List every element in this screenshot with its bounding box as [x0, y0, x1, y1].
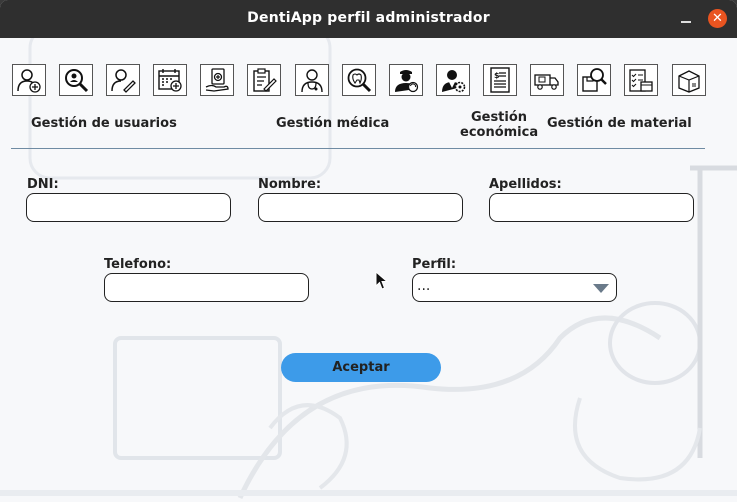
category-gestion-medica: Gestión médica [276, 116, 390, 131]
staff-settings-icon [442, 70, 466, 93]
accept-button[interactable]: Aceptar [281, 353, 441, 382]
doctor-button[interactable] [295, 64, 329, 96]
category-economica-line2: económica [460, 125, 539, 140]
search-box-icon [582, 68, 607, 92]
close-button[interactable]: ✕ [708, 9, 727, 28]
search-user-icon [65, 69, 89, 93]
window-title: DentiApp perfil administrador [247, 10, 490, 26]
clipboard-edit-button[interactable] [247, 64, 281, 96]
inventory-checklist-icon [629, 69, 653, 92]
nombre-label: Nombre: [258, 177, 322, 192]
delivery-truck-icon [534, 74, 559, 90]
staff-settings-button[interactable] [436, 64, 470, 96]
calendar-add-icon [158, 69, 182, 92]
search-tooth-icon [347, 68, 372, 93]
perfil-selected-value: ... [417, 278, 431, 294]
nombre-input[interactable] [258, 193, 463, 222]
staff-refresh-icon [395, 70, 419, 93]
category-gestion-usuarios: Gestión de usuarios [31, 116, 177, 131]
medical-kit-button[interactable] [200, 64, 234, 96]
edit-user-icon [111, 69, 136, 93]
perfil-select[interactable]: ... [412, 273, 617, 302]
apellidos-input[interactable] [489, 193, 694, 222]
delivery-truck-button[interactable] [530, 64, 564, 96]
main-panel: $ Gestión de usuarios Gestión médica Ges… [0, 38, 737, 502]
add-user-button[interactable] [12, 64, 46, 96]
section-divider [11, 148, 705, 149]
invoice-button[interactable]: $ [483, 64, 517, 96]
package-button[interactable] [672, 64, 706, 96]
clipboard-edit-icon [253, 68, 277, 92]
doctor-icon [301, 69, 323, 93]
telefono-label: Telefono: [104, 257, 172, 272]
search-tooth-button[interactable] [342, 64, 376, 96]
invoice-icon: $ [490, 67, 510, 93]
title-bar: DentiApp perfil administrador ✕ [0, 0, 737, 38]
medical-kit-icon [205, 68, 229, 92]
minimize-button[interactable] [677, 9, 695, 27]
calendar-add-button[interactable] [153, 64, 187, 96]
search-user-button[interactable] [59, 64, 93, 96]
category-gestion-economica: Gestión económica [460, 110, 538, 140]
inventory-checklist-button[interactable] [624, 64, 658, 96]
category-economica-line1: Gestión [470, 110, 528, 125]
perfil-label: Perfil: [412, 257, 457, 272]
app-window: DentiApp perfil administrador ✕ $ Gestió… [0, 0, 737, 502]
category-gestion-material: Gestión de material [547, 116, 692, 131]
mouse-pointer-icon [375, 271, 389, 290]
dni-input[interactable] [26, 193, 231, 222]
telefono-input[interactable] [104, 273, 309, 302]
add-user-icon [17, 69, 41, 93]
dni-label: DNI: [27, 177, 59, 192]
package-icon [678, 70, 700, 93]
search-box-button[interactable] [577, 64, 611, 96]
chevron-down-icon [593, 284, 609, 293]
staff-refresh-button[interactable] [389, 64, 423, 96]
apellidos-label: Apellidos: [489, 177, 562, 192]
edit-user-button[interactable] [106, 64, 140, 96]
